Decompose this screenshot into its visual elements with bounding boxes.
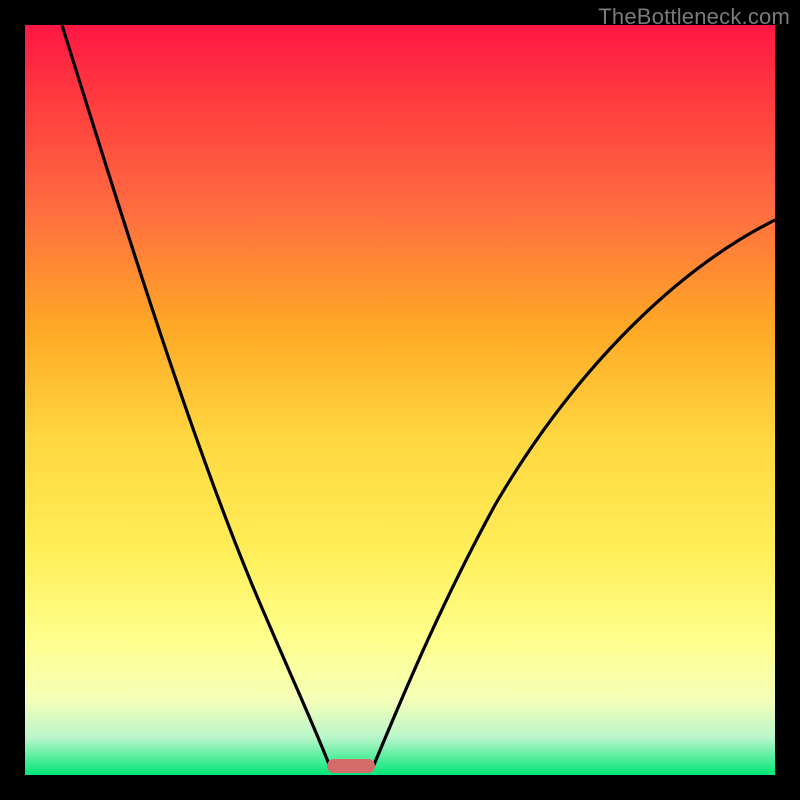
- left-curve: [62, 25, 330, 767]
- right-curve: [373, 220, 775, 767]
- watermark-text: TheBottleneck.com: [598, 4, 790, 30]
- optimal-range-marker: [327, 759, 375, 773]
- chart-plot-area: [25, 25, 775, 775]
- bottleneck-curves: [25, 25, 775, 775]
